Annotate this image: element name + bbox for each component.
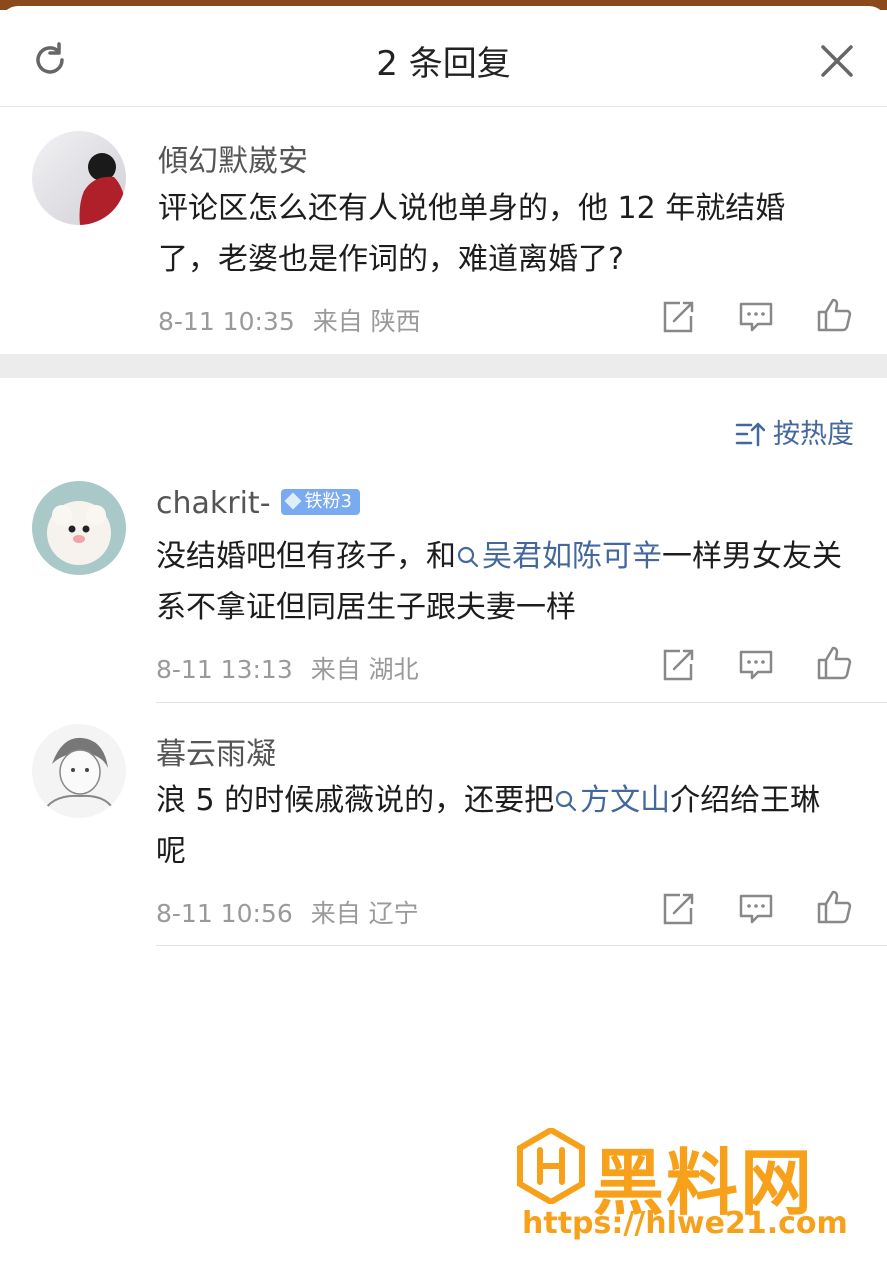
reply-divider [156,702,887,703]
topic-link[interactable]: 方文山 [554,783,670,818]
watermark-logo-icon [517,1128,585,1204]
share-icon[interactable] [660,299,696,335]
comment-location: 来自 陕西 [312,307,421,336]
comment-icon[interactable] [738,647,774,683]
close-icon[interactable] [818,42,856,80]
watermark-url: https://hlwe21.com [522,1206,848,1241]
share-icon[interactable] [660,647,696,683]
comment-meta: 8-11 10:35 来自 陕西 [158,302,421,338]
watermark: 黑料网 https://hlwe21.com [516,1128,856,1248]
sort-label: 按热度 [773,419,854,450]
avatar[interactable] [32,724,126,818]
like-icon[interactable] [816,297,852,333]
reply-author-name[interactable]: chakrit- [156,486,271,521]
sort-icon [735,422,766,447]
reply-text-part: 浪 5 的时候戚薇说的，还要把 [156,783,555,818]
section-divider [0,354,887,378]
reply-text-part: 没结婚吧但有孩子，和 [156,539,456,574]
fan-badge-label: 铁粉3 [304,491,352,512]
reply-text: 浪 5 的时候戚薇说的，还要把 方文山介绍给王琳呢 [156,775,846,877]
reply-location: 来自 湖北 [310,655,419,684]
reply-location: 来自 辽宁 [310,899,419,928]
search-icon [556,790,577,812]
reply-text: 没结婚吧但有孩子，和 吴君如陈可辛一样男女友关系不拿证但同居生子跟夫妻一样 [156,531,846,633]
reply-author[interactable]: 暮云雨凝 [156,729,276,773]
diamond-icon [284,492,302,510]
comment-text: 评论区怎么还有人说他单身的，他 12 年就结婚了，老婆也是作词的，难道离婚了? [158,191,786,277]
topic-link[interactable]: 吴君如陈可辛 [456,539,662,574]
fan-badge: 铁粉3 [280,489,360,515]
like-icon[interactable] [816,889,852,925]
page-title: 2 条回复 [376,44,511,84]
share-icon[interactable] [660,891,696,927]
comment-author[interactable]: 傾幻默崴安 [158,136,308,180]
comment-icon[interactable] [738,891,774,927]
comment-time: 8-11 10:35 [158,307,295,336]
reply-meta: 8-11 13:13 来自 湖北 [156,650,419,686]
reply-time: 8-11 10:56 [156,899,293,928]
reply-meta: 8-11 10:56 来自 辽宁 [156,894,419,930]
sheet-header: 2 条回复 [0,6,887,107]
avatar[interactable] [32,481,126,575]
search-icon [457,546,479,568]
reply-time: 8-11 13:13 [156,655,293,684]
reply-author[interactable]: chakrit- 铁粉3 [156,486,360,521]
reply-divider [156,945,887,946]
topic-link-label[interactable]: 方文山 [580,783,670,818]
sort-button[interactable]: 按热度 [735,412,854,451]
avatar[interactable] [32,131,126,225]
topic-link-label[interactable]: 吴君如陈可辛 [482,539,662,574]
comment-icon[interactable] [738,299,774,335]
like-icon[interactable] [816,645,852,681]
